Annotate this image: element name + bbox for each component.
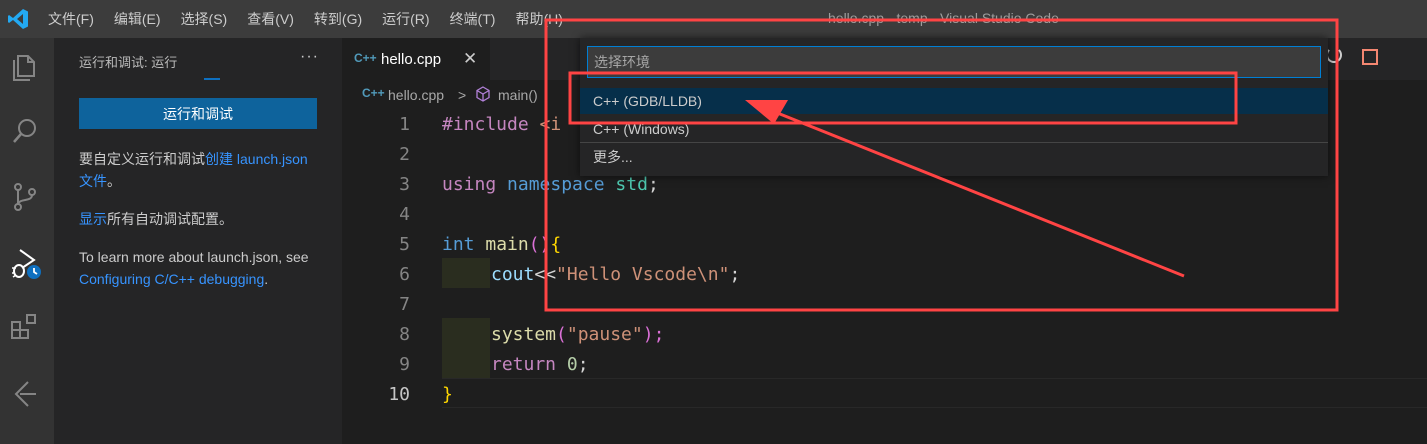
code-line-10: } [442,384,453,405]
menu-help[interactable]: 帮助(H) [515,9,562,29]
tab-hello-cpp[interactable]: C++ hello.cpp ✕ [342,38,490,80]
extensions-icon[interactable] [8,310,42,344]
run-and-debug-button[interactable]: 运行和调试 [79,98,317,129]
environment-input[interactable] [587,46,1321,78]
line-number: 1 [399,114,410,135]
line-number-active: 10 [388,384,410,405]
explorer-icon[interactable] [8,50,42,84]
sidebar-title: 运行和调试: 运行 [79,55,178,70]
menu-selection[interactable]: 选择(S) [181,9,228,29]
restart-icon[interactable] [1326,47,1342,63]
more-actions-icon[interactable]: ··· [300,48,319,66]
menu-go[interactable]: 转到(G) [314,9,362,29]
run-debug-icon[interactable] [8,246,42,280]
stop-icon[interactable] [1362,49,1378,65]
window-title: hello.cpp - temp - Visual Studio Code [828,10,1059,26]
divider [580,142,1328,143]
customize-paragraph: 要自定义运行和调试创建 launch.json 文件。 [79,151,308,189]
line-number: 4 [399,204,410,225]
line-number: 2 [399,144,410,165]
run-debug-sidebar: 运行和调试: 运行 ··· 运行和调试 要自定义运行和调试创建 launch.j… [54,38,342,444]
line-number: 3 [399,174,410,195]
quick-pick-item-gdb-lldb[interactable]: C++ (GDB/LLDB) [580,88,1328,114]
line-number-gutter: 1 2 3 4 5 6 7 8 9 10 [342,108,422,444]
code-line-5: int main(){ [442,234,562,255]
cpp-file-icon: C++ [354,51,377,65]
code-line-9: return 0; [491,354,589,375]
search-icon[interactable] [8,114,42,148]
line-number: 5 [399,234,410,255]
title-bar: 文件(F) 编辑(E) 选择(S) 查看(V) 转到(G) 运行(R) 终端(T… [0,0,1427,38]
learn-more-paragraph: To learn more about launch.json, see Con… [79,249,309,287]
chevron-right-icon: > [458,87,467,103]
source-control-icon[interactable] [8,180,42,214]
symbol-method-icon [476,86,490,102]
configuring-cpp-debugging-link[interactable]: Configuring C/C++ debugging [79,271,264,287]
vscode-logo-icon [8,9,28,29]
quick-pick-item-more[interactable]: 更多... [580,144,1328,170]
code-line-8: system("pause"); [491,324,665,345]
cpp-file-icon: C++ [362,86,385,100]
close-icon[interactable]: ✕ [463,49,477,69]
code-line-1: #include <i [442,114,562,135]
menu-file[interactable]: 文件(F) [48,9,94,29]
progress-indicator [204,78,220,80]
remote-explorer-icon[interactable] [8,376,42,410]
quick-pick-item-windows[interactable]: C++ (Windows) [580,116,1328,142]
menu-view[interactable]: 查看(V) [247,9,294,29]
show-configs-paragraph: 显示所有自动调试配置。 [79,211,233,227]
line-number: 6 [399,264,410,285]
menu-terminal[interactable]: 终端(T) [450,9,496,29]
line-number: 8 [399,324,410,345]
activity-bar [0,38,54,444]
line-number: 7 [399,294,410,315]
quick-pick-widget: C++ (GDB/LLDB) C++ (Windows) 更多... [580,38,1328,176]
code-line-6: cout<<"Hello Vscode\n"; [491,264,741,285]
code-line-3: using namespace std; [442,174,659,195]
menu-run[interactable]: 运行(R) [382,9,429,29]
show-all-configs-link[interactable]: 显示 [79,211,107,227]
menu-bar: 文件(F) 编辑(E) 选择(S) 查看(V) 转到(G) 运行(R) 终端(T… [48,0,583,38]
breadcrumb-file[interactable]: hello.cpp [388,87,444,103]
breadcrumb-symbol[interactable]: main() [498,87,538,103]
line-number: 9 [399,354,410,375]
menu-edit[interactable]: 编辑(E) [114,9,161,29]
tab-label: hello.cpp [381,51,442,68]
